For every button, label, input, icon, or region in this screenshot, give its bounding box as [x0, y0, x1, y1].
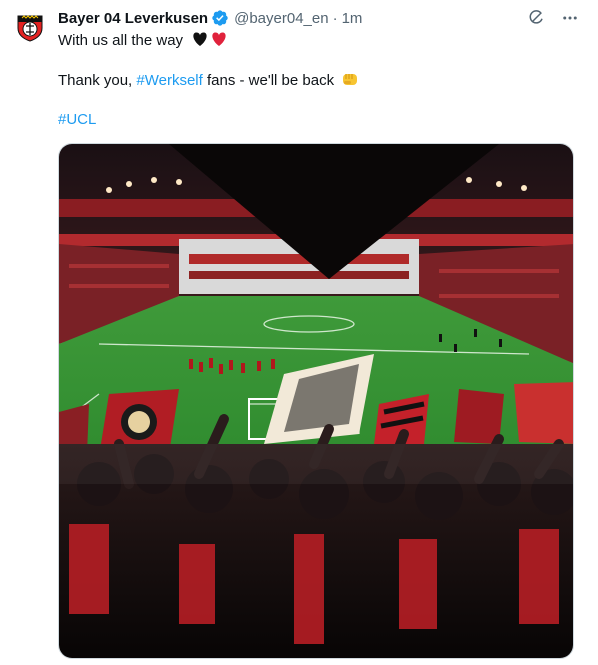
hearts-emoji-icon: [191, 30, 229, 54]
tweet-line-2-prefix: Thank you,: [58, 72, 137, 89]
oncoming-fist-emoji-icon: [341, 70, 359, 94]
stadium-photo: [59, 144, 573, 658]
separator-dot: ·: [332, 9, 338, 27]
author-handle[interactable]: @bayer04_en: [234, 10, 328, 27]
tweet-line-2-suffix: fans - we'll be back: [202, 72, 335, 89]
tweet-line-1: With us all the way: [58, 30, 229, 54]
tweet-line-3: #UCL: [58, 110, 96, 130]
author-name[interactable]: Bayer 04 Leverkusen: [58, 10, 208, 27]
tweet-media-photo[interactable]: [58, 143, 574, 659]
tweet-card[interactable]: Bayer 04 Leverkusen @bayer04_en · 1m Wit…: [0, 0, 598, 665]
avatar[interactable]: [12, 8, 48, 44]
more-icon[interactable]: [560, 8, 580, 28]
hashtag-werkself-link[interactable]: #Werkself: [136, 72, 202, 89]
tweet-header: Bayer 04 Leverkusen @bayer04_en · 1m: [58, 8, 578, 28]
hashtag-ucl-link[interactable]: #UCL: [58, 111, 96, 128]
club-crest-icon: [13, 9, 47, 43]
header-actions: [526, 8, 580, 28]
verified-badge-icon: [211, 9, 229, 27]
tweet-line-2: Thank you, #Werkself fans - we'll be bac…: [58, 70, 359, 94]
grok-icon[interactable]: [526, 8, 546, 28]
tweet-line-1-text: With us all the way: [58, 32, 184, 49]
timestamp[interactable]: 1m: [342, 10, 363, 27]
